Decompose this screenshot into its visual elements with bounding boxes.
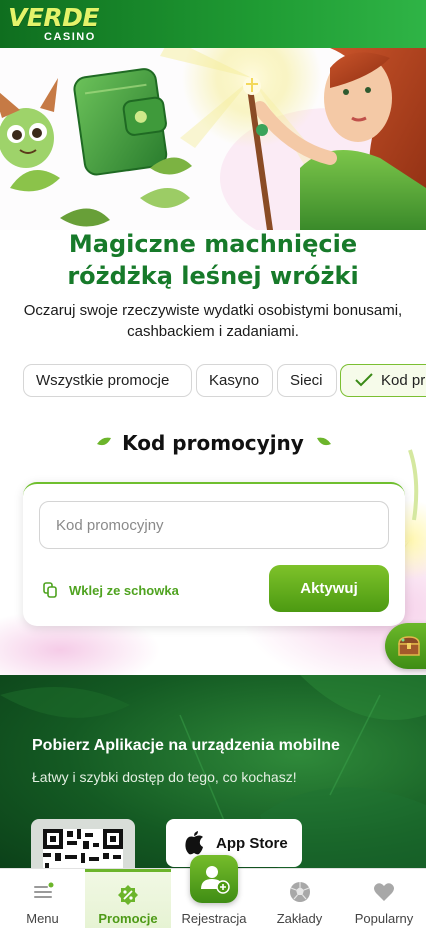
fairy-illustration <box>0 48 426 230</box>
promo-code-input[interactable] <box>39 501 389 549</box>
heart-icon <box>374 883 394 901</box>
apple-icon <box>185 831 203 855</box>
nav-label: Menu <box>26 911 59 926</box>
app-store-label: App Store <box>216 834 288 852</box>
filter-chip-networks[interactable]: Sieci <box>277 364 337 397</box>
nav-item-popular[interactable]: Popularny <box>342 869 426 928</box>
filter-chip-promo-code[interactable]: Kod pr <box>340 364 426 397</box>
logo-text-sub: CASINO <box>44 31 96 43</box>
activate-button[interactable]: Aktywuj <box>269 565 389 612</box>
promo-code-card: Wklej ze schowka Aktywuj <box>23 482 405 626</box>
title-line-1: Magiczne machnięcie <box>68 230 358 258</box>
promo-badge-icon <box>118 885 138 905</box>
filter-chip-label: Kod pr <box>381 372 426 389</box>
soccer-ball-icon <box>289 882 310 902</box>
treasure-chest-icon <box>398 636 420 656</box>
nav-item-promotions[interactable]: Promocje <box>85 869 171 928</box>
clipboard-icon <box>43 582 57 598</box>
top-header: VERDE CASINO <box>0 0 426 48</box>
leaf-icon <box>317 437 331 446</box>
nav-label: Promocje <box>98 911 158 926</box>
treasure-chest-button[interactable] <box>385 623 426 669</box>
bottom-navigation: Menu Promocje Rejestracja Zakłady Popula… <box>0 855 426 928</box>
verde-casino-logo[interactable]: VERDE CASINO <box>8 4 104 44</box>
filter-chip-label: Kasyno <box>209 372 260 389</box>
nav-label: Rejestracja <box>181 911 247 926</box>
app-banner-title: Pobierz Aplikacje na urządzenia mobilne <box>32 737 340 754</box>
title-line-2: różdżką leśnej wróżki <box>67 262 359 290</box>
filter-chip-label: Wszystkie promocje <box>36 372 170 389</box>
nav-label: Zakłady <box>276 911 323 926</box>
page-title: Magiczne machnięcie różdżką leśnej wróżk… <box>0 228 426 292</box>
paste-label: Wklej ze schowka <box>69 582 179 598</box>
filter-chip-label: Sieci <box>290 372 323 389</box>
filter-chip-casino[interactable]: Kasyno <box>196 364 273 397</box>
promo-code-section-title: Kod promocyjny <box>122 431 304 455</box>
menu-icon <box>33 882 53 898</box>
app-banner-subtitle: Łatwy i szybki dostęp do tego, co kochas… <box>32 769 297 785</box>
page-subtitle: Oczaruj swoje rzeczywiste wydatki osobis… <box>23 302 403 340</box>
paste-from-clipboard-link[interactable]: Wklej ze schowka <box>43 580 179 600</box>
check-icon <box>355 373 373 387</box>
filter-chip-all-promotions[interactable]: Wszystkie promocje <box>23 364 192 397</box>
nav-item-menu[interactable]: Menu <box>0 869 85 928</box>
nav-item-registration[interactable]: Rejestracja <box>171 855 257 928</box>
hero-banner-image <box>0 48 426 230</box>
nav-item-bets[interactable]: Zakłady <box>257 869 342 928</box>
registration-button[interactable] <box>190 855 238 903</box>
logo-text-main: VERDE <box>8 3 100 32</box>
nav-label: Popularny <box>354 911 414 926</box>
add-user-icon <box>201 866 230 894</box>
